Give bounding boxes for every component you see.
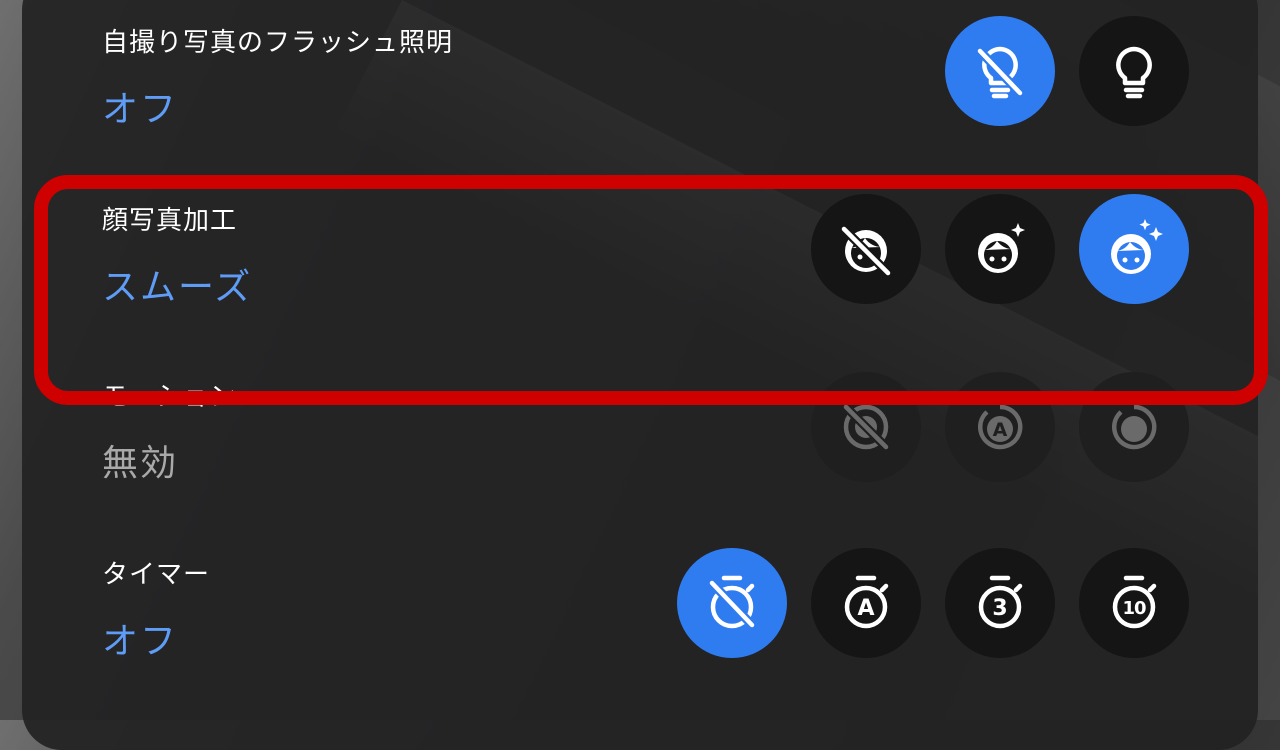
setting-title: 顔写真加工 — [102, 206, 238, 236]
timer-10s-label: 10 — [1122, 598, 1146, 619]
flash-on-bulb-icon — [1116, 46, 1152, 99]
flash-off-bulb-icon — [976, 46, 1024, 99]
timer-3s-button[interactable]: 3 — [945, 548, 1055, 658]
setting-row-face-retouch: 顔写真加工 スムーズ — [22, 180, 1258, 350]
camera-settings-panel: 自撮り写真のフラッシュ照明 オフ 顔写真加工 スムーズ モーション 無効 A タ… — [22, 0, 1258, 750]
timer-off-button[interactable] — [677, 548, 787, 658]
face-retouch-off-button[interactable] — [811, 194, 921, 304]
motion-auto-button[interactable]: A — [945, 372, 1055, 482]
flash-on-button[interactable] — [1079, 16, 1189, 126]
timer-3s-icon: 3 — [978, 575, 1023, 629]
face-retouch-natural-button[interactable] — [945, 194, 1055, 304]
timer-auto-button[interactable]: A — [811, 548, 921, 658]
face-retouch-natural-icon — [978, 223, 1025, 273]
svg-text:A: A — [993, 419, 1008, 441]
setting-title: 自撮り写真のフラッシュ照明 — [102, 28, 454, 58]
timer-3s-label: 3 — [992, 596, 1007, 621]
timer-10s-button[interactable]: 10 — [1079, 548, 1189, 658]
setting-value: スムーズ — [102, 267, 253, 308]
motion-on-button[interactable] — [1079, 372, 1189, 482]
motion-auto-icon: A — [978, 404, 1023, 450]
setting-value: 無効 — [102, 443, 179, 484]
face-retouch-off-icon — [840, 225, 892, 277]
face-retouch-smooth-icon — [1111, 219, 1163, 274]
timer-10s-icon: 10 — [1112, 575, 1157, 629]
motion-on-icon — [1112, 404, 1157, 450]
flash-off-button[interactable] — [945, 16, 1055, 126]
motion-off-icon — [842, 403, 890, 451]
timer-off-icon — [708, 575, 756, 629]
setting-row-selfie-flash: 自撮り写真のフラッシュ照明 オフ — [22, 0, 1258, 160]
timer-auto-icon: A — [844, 575, 889, 629]
setting-value: オフ — [102, 621, 179, 662]
face-retouch-smooth-button[interactable] — [1079, 194, 1189, 304]
setting-value: オフ — [102, 89, 179, 130]
setting-title: タイマー — [102, 560, 211, 590]
motion-off-button[interactable] — [811, 372, 921, 482]
setting-title: モーション — [102, 382, 237, 412]
setting-row-timer: タイマー オフ A 3 10 — [22, 548, 1258, 720]
timer-auto-label: A — [857, 596, 874, 621]
setting-row-motion: モーション 無効 A — [22, 370, 1258, 530]
